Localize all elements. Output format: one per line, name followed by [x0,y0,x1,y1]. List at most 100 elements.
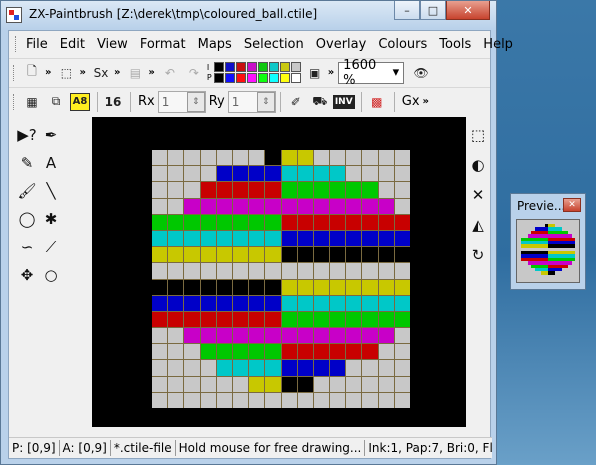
pixel-cell[interactable] [168,311,184,328]
pixel-cell[interactable] [394,295,410,311]
pixel-cell[interactable] [362,198,378,214]
pixel-cell[interactable] [346,214,362,230]
pixel-cell[interactable] [330,344,346,360]
pixel-cell[interactable] [313,214,330,230]
pixel-cell[interactable] [394,166,410,182]
pixel-cell[interactable] [249,328,265,344]
fill-bucket-icon[interactable]: ⛟ [309,91,331,113]
pixel-cell[interactable] [265,344,281,360]
drawing-canvas[interactable] [92,117,467,427]
pixel-cell[interactable] [330,328,346,344]
pixel-cell[interactable] [394,198,410,214]
pixel-cell[interactable] [265,247,281,263]
pixel-cell[interactable] [249,263,265,279]
menu-maps[interactable]: Maps [192,37,238,52]
pixel-cell[interactable] [184,214,200,230]
pixel-cell[interactable] [152,198,168,214]
minimize-button[interactable]: – [394,1,420,20]
pixel-cell[interactable] [346,360,362,376]
pixel-cell[interactable] [168,328,184,344]
pixel-cell[interactable] [200,247,216,263]
menu-tools[interactable]: Tools [433,37,477,52]
pixel-cell[interactable] [281,198,297,214]
pixel-cell[interactable] [362,360,378,376]
pixel-cell[interactable] [394,247,410,263]
pixel-cell[interactable] [200,230,216,247]
pixel-cell[interactable] [216,198,232,214]
sx-button[interactable]: Sx [90,62,112,84]
pixel-cell[interactable] [281,230,297,247]
pixel-cell[interactable] [200,214,216,230]
pixel-cell[interactable] [184,198,200,214]
pixel-cell[interactable] [362,150,378,166]
pixel-cell[interactable] [249,392,265,408]
pixel-cell[interactable] [346,198,362,214]
pixel-cell[interactable] [330,360,346,376]
preview-eye-icon[interactable]: 👁 [410,62,432,84]
pixel-cell[interactable] [281,328,297,344]
flip-icon[interactable]: ◭ [466,213,490,237]
a8-button[interactable]: A8 [69,92,91,111]
palette-swatch[interactable] [224,62,235,72]
pixel-cell[interactable] [232,311,249,328]
pixel-cell[interactable] [394,230,410,247]
pixel-cell[interactable] [184,166,200,182]
preview-close-button[interactable]: ✕ [563,198,581,212]
paste-icon[interactable]: ▤ [124,62,146,84]
toolbar-grip[interactable] [13,64,17,81]
select-icon[interactable]: ⬚ [466,123,490,147]
pixel-cell[interactable] [281,214,297,230]
pixel-cell[interactable] [216,263,232,279]
pixel-cell[interactable] [232,279,249,295]
pixel-cell[interactable] [265,295,281,311]
pixel-cell[interactable] [216,344,232,360]
pixel-cell[interactable] [249,360,265,376]
toolbar-chevron[interactable]: » [45,67,51,78]
pixel-cell[interactable] [394,392,410,408]
pixel-cell[interactable] [168,230,184,247]
select-rect-icon[interactable]: ⬚ [55,62,77,84]
sixteen-button[interactable]: 16 [102,91,124,113]
pixel-cell[interactable] [232,198,249,214]
pixel-cell[interactable] [232,328,249,344]
pixel-cell[interactable] [394,311,410,328]
pixel-cell[interactable] [297,344,313,360]
pixel-cell[interactable] [362,263,378,279]
toolbar-chevron[interactable]: » [328,67,334,78]
pixel-cell[interactable] [152,311,168,328]
menu-grip[interactable] [15,36,16,52]
pixel-cell[interactable] [216,150,232,166]
pixel-cell[interactable] [249,279,265,295]
pixel-cell[interactable] [200,392,216,408]
pixel-cell[interactable] [346,376,362,392]
pixel-cell[interactable] [394,263,410,279]
pixel-cell[interactable] [152,247,168,263]
pixel-cell[interactable] [265,311,281,328]
pixel-cell[interactable] [249,198,265,214]
pixel-cell[interactable] [168,376,184,392]
palette-swatch[interactable] [213,73,224,83]
pixel-cell[interactable] [346,392,362,408]
pixel-cell[interactable] [184,182,200,198]
pixel-cell[interactable] [152,150,168,166]
pixel-cell[interactable] [330,166,346,182]
help-pointer-icon[interactable]: ▶? [15,123,39,147]
pixel-cell[interactable] [297,328,313,344]
pixel-cell[interactable] [265,279,281,295]
pixel-cell[interactable] [249,247,265,263]
pixel-cell[interactable] [216,166,232,182]
pixel-cell[interactable] [232,392,249,408]
pixel-cell[interactable] [394,360,410,376]
pen-icon[interactable]: ✐ [285,91,307,113]
pixel-cell[interactable] [265,166,281,182]
pixel-cell[interactable] [313,392,330,408]
pixel-cell[interactable] [168,295,184,311]
pixel-cell[interactable] [330,198,346,214]
pixel-cell[interactable] [216,214,232,230]
pixel-cell[interactable] [216,328,232,344]
pixel-cell[interactable] [249,376,265,392]
pixel-cell[interactable] [378,150,394,166]
pixel-cell[interactable] [313,344,330,360]
pixel-cell[interactable] [249,166,265,182]
menu-help[interactable]: Help [477,37,519,52]
